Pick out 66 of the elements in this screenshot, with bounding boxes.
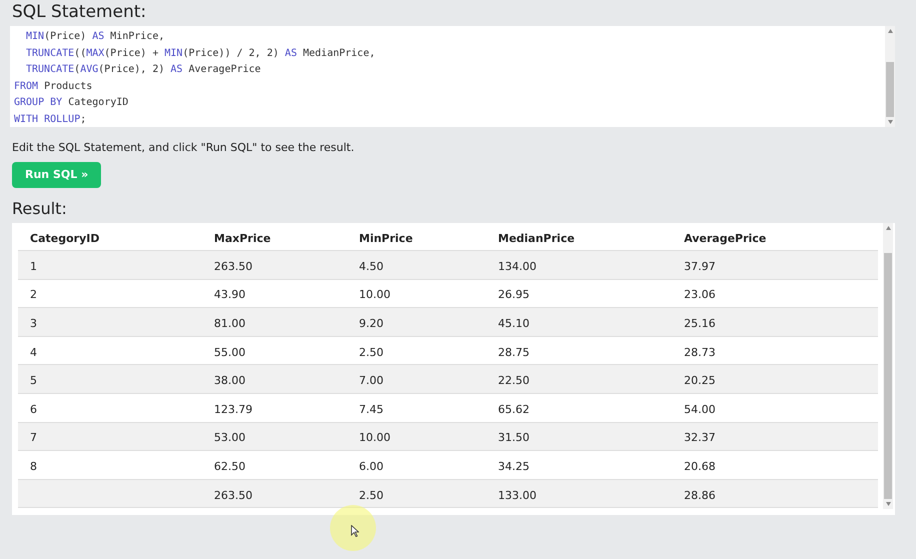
table-cell-text: 9.20 bbox=[358, 316, 384, 330]
table-cell-text: 8 bbox=[29, 460, 37, 473]
table-cell-text: 133.00 bbox=[497, 488, 536, 502]
section-heading: SQL Statement: bbox=[12, 2, 146, 22]
table-cell-text: 134.00 bbox=[497, 260, 536, 273]
code-line: MIN(Price) AS MinPrice, bbox=[25, 30, 164, 44]
table-cell-text: 20.68 bbox=[683, 460, 716, 473]
scrollbar[interactable] bbox=[883, 223, 893, 509]
table-cell-text: 20.25 bbox=[683, 374, 716, 388]
table-cell-text: 26.95 bbox=[497, 288, 530, 302]
table-cell-text: 3 bbox=[29, 316, 37, 330]
table-cell-text: 1 bbox=[29, 260, 37, 273]
scroll-up-arrow-icon[interactable] bbox=[888, 28, 892, 33]
table-cell-text: 7 bbox=[29, 431, 37, 444]
table-cell-text: 7.45 bbox=[358, 402, 384, 416]
table-cell-text: 28.86 bbox=[683, 488, 716, 502]
table-cell-text: 37.97 bbox=[683, 260, 716, 273]
instruction-text: Edit the SQL Statement, and click "Run SQL" to see the result. bbox=[12, 140, 354, 156]
table-cell-text: 65.62 bbox=[497, 402, 530, 416]
column-header: MedianPrice bbox=[497, 232, 575, 244]
table-cell-text: 10.00 bbox=[358, 288, 390, 302]
code-line: TRUNCATE((MAX(Price) + MIN(Price)) / 2, 2) AS MedianPrice, bbox=[25, 46, 376, 60]
code-line: TRUNCATE(AVG(Price), 2) AS AveragePrice bbox=[25, 63, 261, 77]
table-cell-text: 6 bbox=[29, 402, 37, 416]
table-cell-text: 53.00 bbox=[213, 431, 246, 444]
column-header: MinPrice bbox=[358, 232, 413, 244]
scrollbar[interactable] bbox=[885, 26, 895, 127]
scroll-down-arrow-icon[interactable] bbox=[886, 502, 890, 506]
table-cell-text: 22.50 bbox=[497, 374, 530, 388]
code-line: WITH ROLLUP; bbox=[14, 112, 86, 126]
mouse-pointer-icon bbox=[351, 525, 359, 537]
scroll-up-arrow-icon[interactable] bbox=[886, 226, 890, 230]
table-cell-text: 6.00 bbox=[358, 460, 384, 473]
table-cell-text: 45.10 bbox=[497, 316, 530, 330]
table-cell-text: 263.50 bbox=[213, 260, 252, 273]
result-heading: Result: bbox=[12, 199, 67, 219]
table-cell-text: 4.50 bbox=[358, 260, 384, 273]
table-cell-text: 28.75 bbox=[497, 346, 530, 359]
table-cell-text: 31.50 bbox=[497, 431, 530, 444]
column-header: MaxPrice bbox=[213, 232, 271, 244]
code-line: FROM Products bbox=[14, 80, 92, 94]
scroll-down-arrow-icon[interactable] bbox=[888, 120, 892, 124]
table-cell-text: 5 bbox=[29, 374, 37, 388]
table-cell-text: 55.00 bbox=[213, 346, 246, 359]
table-cell-text: 32.37 bbox=[683, 431, 716, 444]
table-cell-text: 123.79 bbox=[213, 402, 252, 416]
table-cell-text: 2 bbox=[29, 288, 37, 302]
table-cell-text: 23.06 bbox=[683, 288, 716, 302]
table-cell-text: 34.25 bbox=[497, 460, 530, 473]
table-cell-text: 38.00 bbox=[213, 374, 246, 388]
cursor-highlight bbox=[330, 505, 376, 551]
table-cell-text: 43.90 bbox=[213, 288, 246, 302]
table-cell-text: 4 bbox=[29, 346, 37, 359]
column-header: AveragePrice bbox=[683, 232, 766, 244]
table-cell-text: 62.50 bbox=[213, 460, 246, 473]
table-cell-text: 54.00 bbox=[683, 402, 716, 416]
table-cell-text: 81.00 bbox=[213, 316, 246, 330]
table-cell-text: 7.00 bbox=[358, 374, 384, 388]
table-cell-text: 2.50 bbox=[358, 346, 384, 359]
table-cell-text: 263.50 bbox=[213, 488, 252, 502]
code-line: GROUP BY CategoryID bbox=[14, 96, 128, 110]
column-header: CategoryID bbox=[29, 232, 100, 244]
table-cell-text: 25.16 bbox=[683, 316, 716, 330]
table-cell-text: 28.73 bbox=[683, 346, 716, 359]
table-cell-text: 10.00 bbox=[358, 431, 390, 444]
table-cell-text: 2.50 bbox=[358, 488, 384, 502]
